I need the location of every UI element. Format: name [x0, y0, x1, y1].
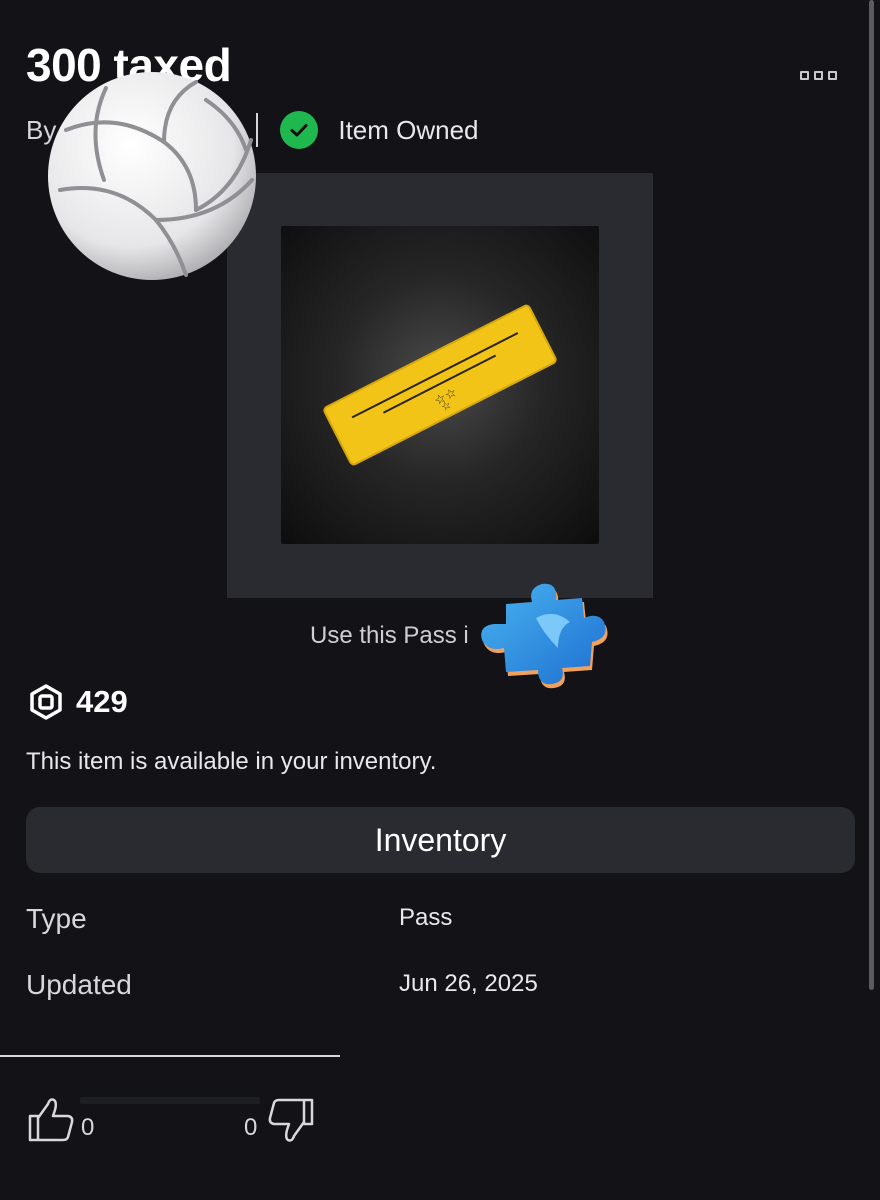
item-owned-label: Item Owned [338, 114, 479, 145]
robux-icon [30, 684, 62, 720]
vote-ratio-bar [80, 1097, 260, 1104]
type-label: Type [26, 903, 87, 934]
ticket-icon: ☆☆ ☆ [323, 304, 557, 466]
section-divider [0, 1055, 340, 1057]
vote-row: 0 0 [26, 1092, 326, 1152]
pass-thumbnail-frame: ☆☆ ☆ [227, 173, 653, 598]
availability-text: This item is available in your inventory… [26, 748, 437, 775]
thumbs-up-icon[interactable] [26, 1094, 76, 1144]
use-pass-text: Use this Pass i [310, 622, 469, 649]
upvote-count: 0 [81, 1114, 95, 1141]
more-icon [800, 70, 809, 80]
updated-label: Updated [26, 969, 132, 1000]
thumbs-down-icon[interactable] [266, 1096, 316, 1146]
price-value: 429 [76, 684, 128, 719]
downvote-count: 0 [244, 1114, 258, 1141]
more-options-button[interactable] [800, 66, 844, 84]
price-row: 429 [28, 682, 128, 722]
checkmark-icon [280, 111, 319, 149]
scrollbar[interactable] [869, 0, 874, 990]
inventory-button[interactable]: Inventory [26, 807, 855, 873]
updated-value: Jun 26, 2025 [399, 970, 538, 997]
volleyball-icon [48, 72, 256, 280]
type-value: Pass [399, 904, 453, 931]
puzzle-piece-icon [481, 583, 608, 689]
game-pass-page: 300 taxed By ys Item Owned ☆☆ ☆ [0, 0, 880, 1200]
pass-thumbnail: ☆☆ ☆ [281, 226, 599, 544]
